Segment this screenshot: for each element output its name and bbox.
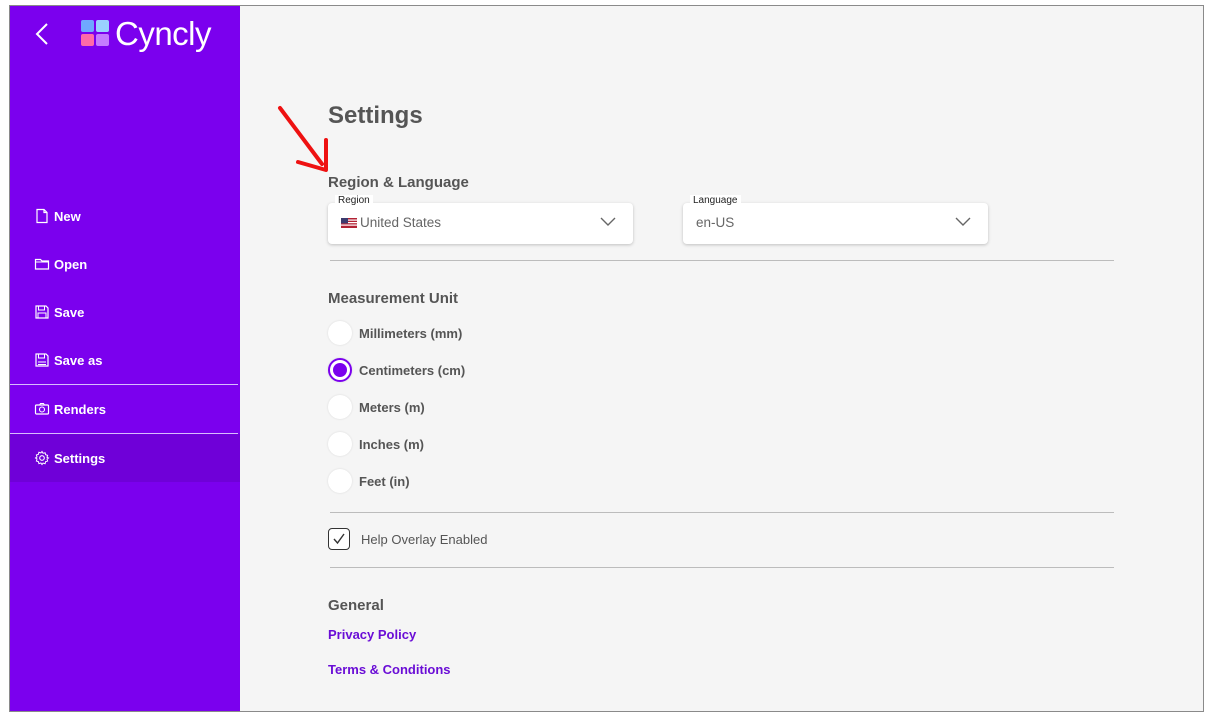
sidebar-divider — [10, 433, 238, 434]
sidebar-item-renders[interactable]: Renders — [10, 385, 240, 433]
save-as-icon — [34, 352, 50, 368]
sidebar-nav: New Open Save Save as Renders Settings — [10, 192, 240, 482]
section-divider — [330, 567, 1114, 568]
save-icon — [34, 304, 50, 320]
radio-inches[interactable]: Inches (m) — [328, 431, 424, 457]
sidebar-item-label: Settings — [54, 450, 106, 466]
annotation-arrow-icon — [278, 106, 328, 172]
language-value: en-US — [696, 215, 735, 230]
sidebar-item-settings[interactable]: Settings — [10, 434, 240, 482]
terms-conditions-link[interactable]: Terms & Conditions — [328, 662, 451, 677]
radio-label: Inches (m) — [359, 436, 425, 452]
brand-logo: Cyncly — [81, 14, 212, 54]
radio-feet[interactable]: Feet (in) — [328, 468, 410, 494]
chevron-left-icon — [35, 23, 48, 45]
region-select[interactable]: Region United States — [328, 195, 633, 244]
radio-button[interactable] — [328, 358, 352, 382]
gear-icon — [34, 450, 50, 466]
sidebar-item-label: Save — [54, 304, 85, 320]
chevron-down-icon — [600, 217, 616, 226]
sidebar-item-save[interactable]: Save — [10, 288, 240, 336]
sidebar-item-label: Open — [54, 256, 88, 272]
help-overlay-toggle[interactable]: Help Overlay Enabled — [328, 528, 487, 550]
measurement-unit-title: Measurement Unit — [328, 290, 459, 307]
radio-label: Feet (in) — [359, 473, 410, 489]
logo-mark-icon — [81, 20, 109, 46]
sidebar-item-label: Save as — [54, 352, 103, 368]
radio-button[interactable] — [328, 469, 352, 493]
help-overlay-checkbox[interactable] — [328, 528, 350, 550]
radio-label: Millimeters (mm) — [359, 325, 463, 341]
back-button[interactable] — [30, 20, 54, 48]
sidebar-item-save-as[interactable]: Save as — [10, 336, 240, 384]
sidebar-item-new[interactable]: New — [10, 192, 240, 240]
settings-panel: Settings Region & Language Region United… — [240, 6, 1203, 711]
region-language-title: Region & Language — [328, 174, 469, 191]
language-select[interactable]: Language en-US — [683, 195, 988, 244]
help-overlay-label: Help Overlay Enabled — [361, 531, 488, 547]
brand-name: Cyncly — [115, 15, 212, 52]
new-file-icon — [34, 208, 50, 224]
general-title: General — [328, 597, 384, 614]
checkmark-icon — [333, 533, 345, 545]
sidebar-item-label: Renders — [54, 401, 107, 417]
sidebar-item-label: New — [54, 208, 81, 224]
sidebar: Cyncly New Open Save Save as Renders Set… — [10, 6, 240, 711]
page-title: Settings — [328, 102, 423, 129]
radio-label: Meters (m) — [359, 399, 425, 415]
sidebar-item-open[interactable]: Open — [10, 240, 240, 288]
app-window: Cyncly New Open Save Save as Renders Set… — [9, 5, 1204, 712]
privacy-policy-link[interactable]: Privacy Policy — [328, 627, 416, 642]
section-divider — [330, 260, 1114, 261]
region-label: Region — [335, 195, 373, 206]
region-value: United States — [341, 215, 441, 230]
chevron-down-icon — [955, 217, 971, 226]
radio-meters[interactable]: Meters (m) — [328, 394, 425, 420]
region-value-text: United States — [360, 215, 442, 230]
radio-button[interactable] — [328, 395, 352, 419]
radio-millimeters[interactable]: Millimeters (mm) — [328, 320, 462, 346]
radio-button[interactable] — [328, 432, 352, 456]
camera-icon — [34, 401, 50, 417]
us-flag-icon — [341, 217, 357, 228]
radio-button[interactable] — [328, 321, 352, 345]
radio-label: Centimeters (cm) — [359, 362, 466, 378]
language-label: Language — [690, 195, 741, 206]
sidebar-divider — [10, 384, 238, 385]
folder-icon — [34, 256, 50, 272]
section-divider — [330, 512, 1114, 513]
radio-centimeters[interactable]: Centimeters (cm) — [328, 357, 465, 383]
